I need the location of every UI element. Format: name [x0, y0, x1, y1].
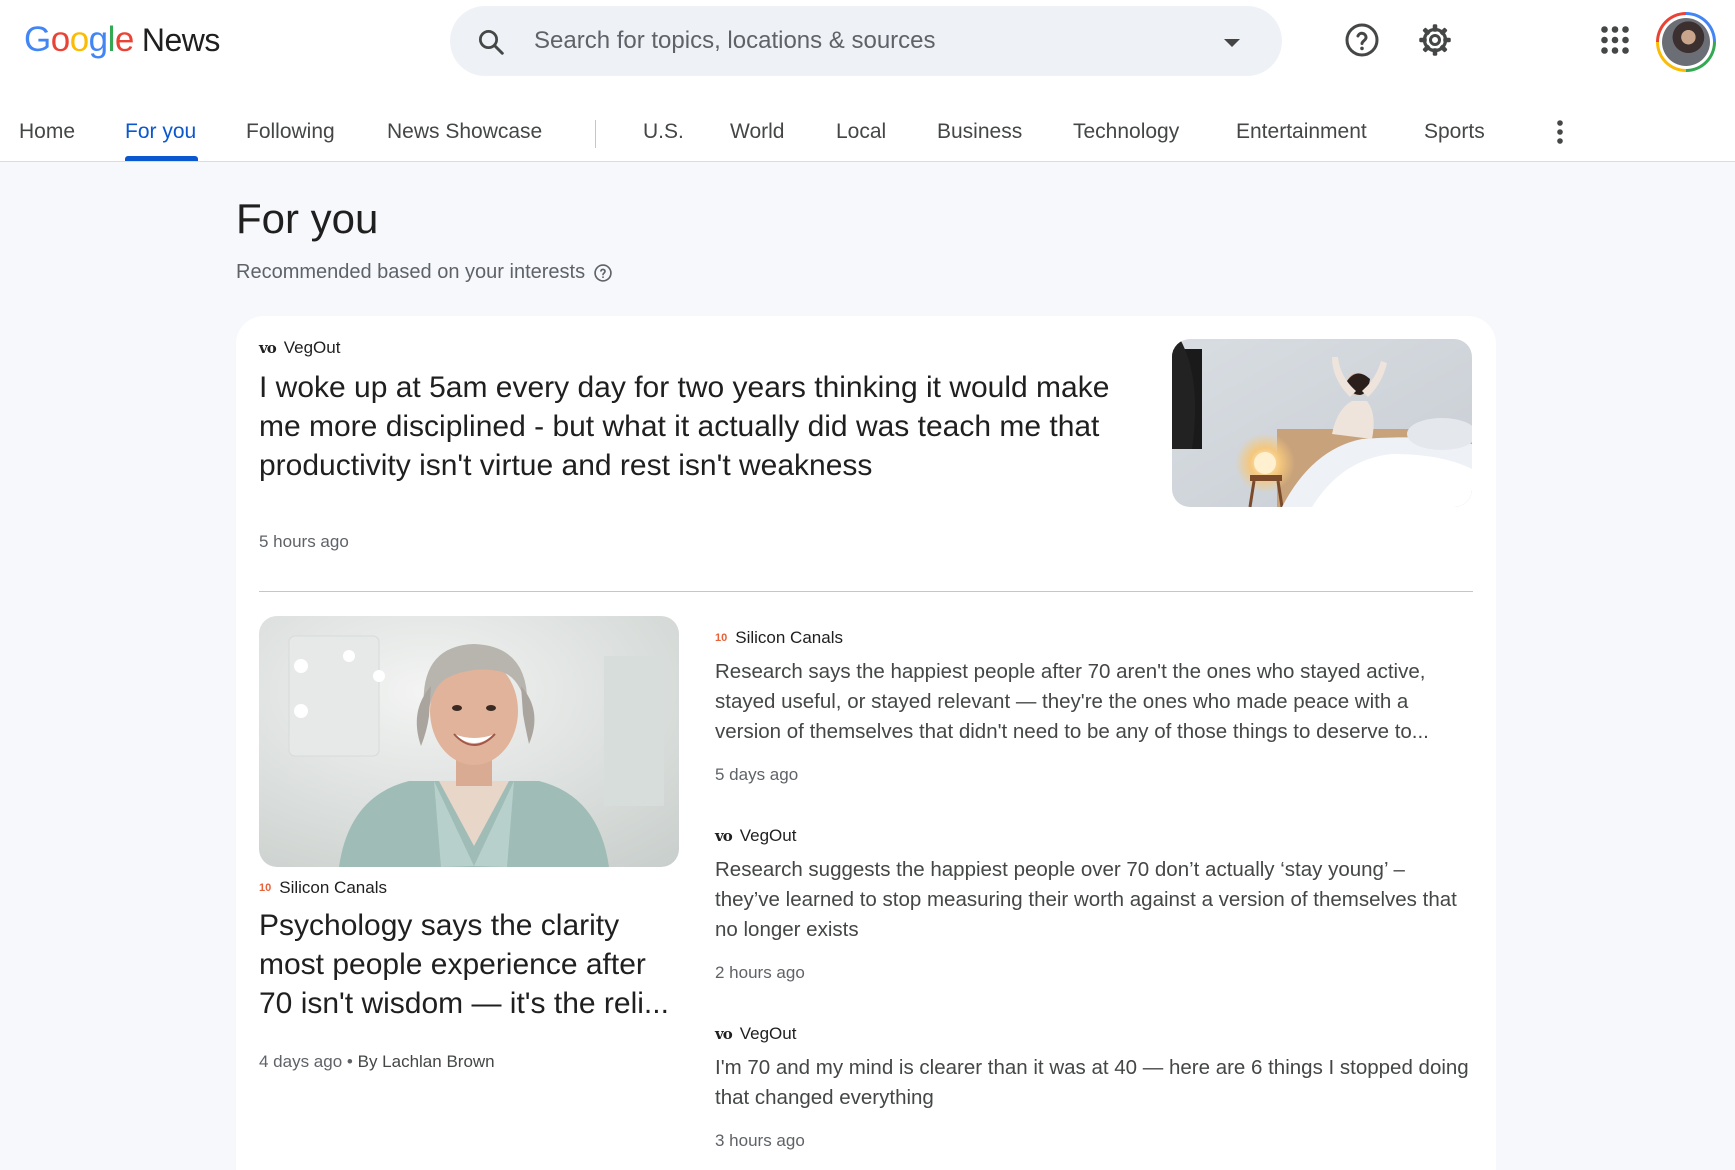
- side-story-headline[interactable]: Research says the happiest people after …: [715, 657, 1475, 747]
- tab-home[interactable]: Home: [19, 120, 75, 144]
- avatar-ring: [1659, 15, 1713, 69]
- tab-sports[interactable]: Sports: [1424, 120, 1485, 144]
- source-label[interactable]: vo VegOut: [259, 338, 340, 358]
- search-icon[interactable]: [476, 27, 506, 57]
- side-story-time: 5 days ago: [715, 765, 799, 784]
- top-story-image[interactable]: [1172, 339, 1472, 507]
- story-cluster-card: vo VegOut I woke up at 5am every day for…: [236, 316, 1496, 1170]
- logo-letter: o: [50, 20, 70, 59]
- help-icon[interactable]: [1344, 22, 1380, 58]
- vegout-logo-icon: vo: [715, 827, 733, 845]
- active-tab-indicator: [125, 156, 198, 161]
- feature-story-image[interactable]: [259, 616, 679, 867]
- tab-for-you[interactable]: For you: [125, 120, 196, 144]
- top-bar: Google News Search for topics, locations…: [0, 0, 1735, 162]
- tab-technology[interactable]: Technology: [1073, 120, 1179, 144]
- settings-icon[interactable]: [1417, 22, 1453, 58]
- feature-story-headline[interactable]: Psychology says the clarity most people …: [259, 906, 674, 1023]
- woman-stretching-in-bed-image: [1172, 339, 1472, 507]
- feature-story-meta: 4 days ago • By Lachlan Brown: [259, 1052, 495, 1072]
- silicon-canals-logo-icon: 10: [715, 632, 728, 644]
- divider: [259, 591, 1473, 592]
- avatar-photo: [1662, 18, 1710, 66]
- source-name: VegOut: [739, 1024, 797, 1043]
- tab-local[interactable]: Local: [836, 120, 886, 144]
- tab-news-showcase[interactable]: News Showcase: [387, 120, 542, 144]
- logo-letter: l: [107, 20, 116, 59]
- logo-letter: g: [88, 20, 108, 59]
- logo-letter: G: [24, 20, 51, 59]
- tab-business[interactable]: Business: [937, 120, 1022, 144]
- info-help-icon[interactable]: [593, 263, 613, 283]
- search-bar[interactable]: [450, 6, 1282, 76]
- google-news-logo[interactable]: Google News: [24, 20, 220, 64]
- source-name: Silicon Canals: [735, 628, 843, 647]
- page-subtitle: Recommended based on your interests: [236, 261, 613, 284]
- search-input[interactable]: [534, 20, 1154, 62]
- top-story-headline[interactable]: I woke up at 5am every day for two years…: [259, 368, 1129, 485]
- apps-grid-icon[interactable]: [1597, 22, 1633, 58]
- page-title: For you: [236, 195, 379, 242]
- tab-entertainment[interactable]: Entertainment: [1236, 120, 1367, 144]
- meta-separator: •: [346, 1052, 353, 1071]
- story-time: 4 days ago: [259, 1052, 343, 1071]
- logo-letter: o: [69, 20, 89, 59]
- smiling-older-woman-image: [259, 616, 679, 867]
- side-story-time: 2 hours ago: [715, 963, 805, 982]
- logo-letter: e: [114, 20, 134, 59]
- tab-us[interactable]: U.S.: [643, 120, 684, 144]
- more-vert-icon[interactable]: [1550, 118, 1570, 148]
- source-label[interactable]: vo VegOut: [715, 826, 796, 846]
- source-label[interactable]: vo VegOut: [715, 1024, 796, 1044]
- section-nav: Home For you Following News Showcase U.S…: [0, 112, 1735, 162]
- top-story-time: 5 hours ago: [259, 532, 349, 551]
- source-name: Silicon Canals: [279, 878, 387, 897]
- vegout-logo-icon: vo: [715, 1025, 733, 1043]
- news-wordmark: News: [141, 22, 221, 58]
- dropdown-caret-icon[interactable]: [1224, 39, 1240, 47]
- nav-divider: [595, 120, 596, 148]
- silicon-canals-logo-icon: 10: [259, 882, 272, 894]
- side-story-headline[interactable]: I'm 70 and my mind is clearer than it wa…: [715, 1053, 1475, 1113]
- source-name: VegOut: [739, 826, 797, 845]
- subtitle-text: Recommended based on your interests: [236, 261, 586, 283]
- source-label[interactable]: 10 Silicon Canals: [259, 878, 387, 898]
- account-avatar[interactable]: [1656, 12, 1716, 72]
- vegout-logo-icon: vo: [259, 339, 277, 357]
- side-story-headline[interactable]: Research suggests the happiest people ov…: [715, 855, 1475, 945]
- source-label[interactable]: 10 Silicon Canals: [715, 628, 843, 648]
- source-name: VegOut: [283, 338, 341, 357]
- tab-following[interactable]: Following: [246, 120, 335, 144]
- google-wordmark: Google: [24, 20, 134, 60]
- tab-world[interactable]: World: [730, 120, 784, 144]
- side-story-time: 3 hours ago: [715, 1131, 805, 1150]
- story-byline: By Lachlan Brown: [357, 1052, 495, 1071]
